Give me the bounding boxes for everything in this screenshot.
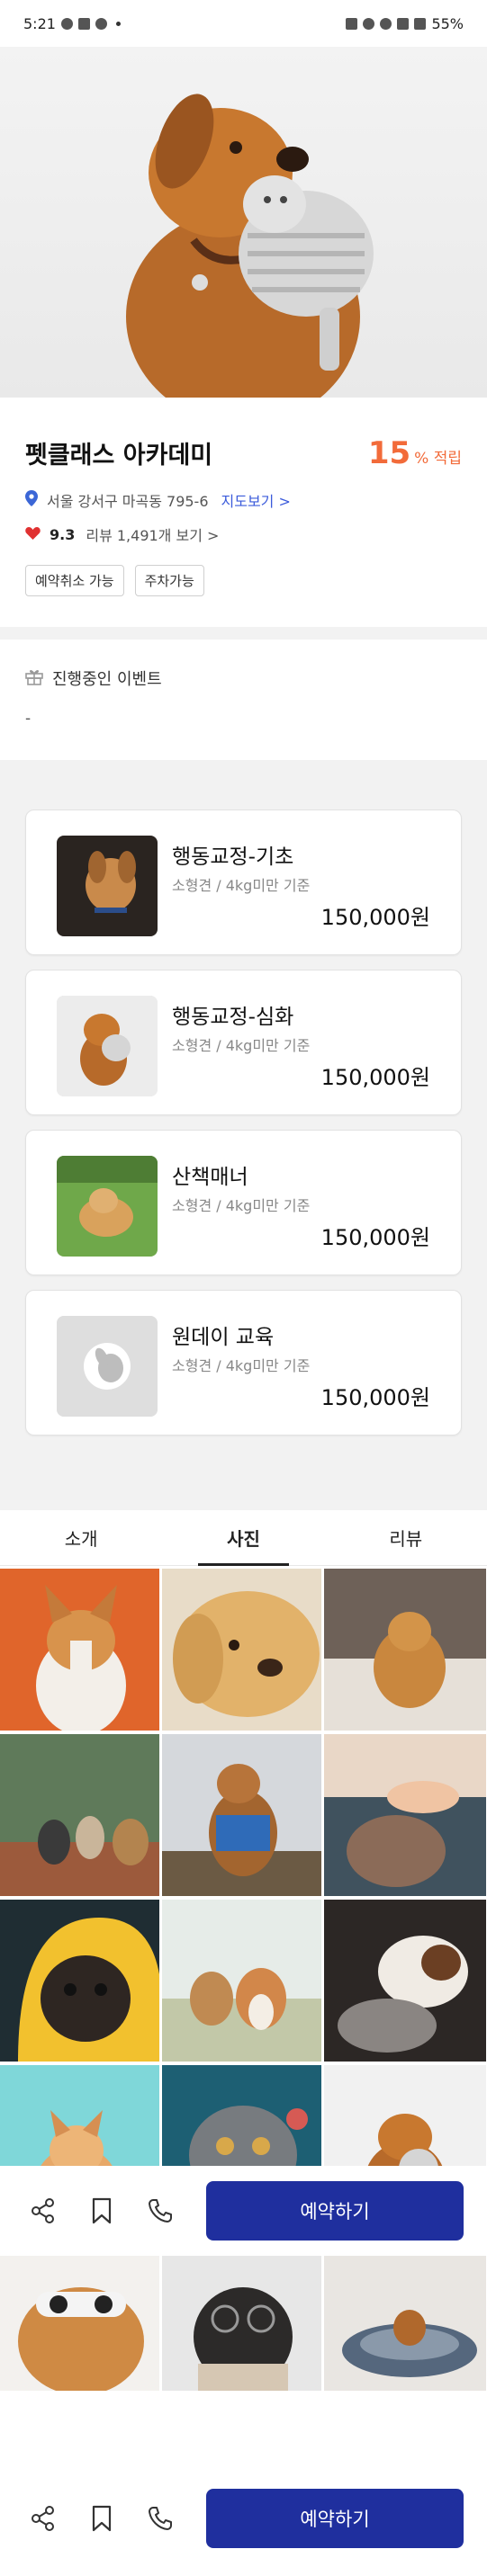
tag-cancel-available: 예약취소 가능: [25, 565, 124, 596]
phone-icon[interactable]: [140, 2191, 180, 2231]
course-thumbnail: [57, 1316, 158, 1417]
action-bar: 예약하기: [0, 2166, 487, 2256]
course-name: 행동교정-기초: [172, 845, 294, 869]
photo-thumbnail[interactable]: [0, 2256, 162, 2391]
phone-icon[interactable]: [140, 2499, 180, 2538]
heart-icon: [25, 526, 41, 543]
bottom-action-bar: 예약하기: [0, 2473, 487, 2563]
tab-intro[interactable]: 소개: [0, 1510, 162, 1565]
gift-icon: [25, 667, 43, 690]
status-bar: 5:21 55%: [0, 0, 487, 47]
photo-grid: [0, 1569, 487, 2227]
hero-image: [0, 47, 487, 398]
course-card[interactable]: 행동교정-심화 소형견 / 4kg미만 기준 150,000원: [25, 970, 462, 1115]
points-value: 15: [367, 435, 411, 471]
events-value: -: [25, 710, 32, 728]
course-price: 150,000원: [320, 1225, 430, 1250]
photo-thumbnail[interactable]: [324, 1734, 487, 1896]
battery-level: 55%: [431, 14, 464, 32]
silent-icon: [363, 17, 375, 30]
map-link[interactable]: 지도보기 >: [221, 489, 291, 511]
course-thumbnail: [57, 836, 158, 936]
course-price: 150,000원: [320, 905, 430, 930]
points-label: % 적립: [414, 450, 462, 468]
app-icon: [77, 17, 90, 30]
signal-icon: [414, 17, 427, 30]
section-divider: [0, 627, 487, 640]
dog-placeholder-icon: [57, 1316, 158, 1417]
photo-thumbnail[interactable]: [162, 2256, 324, 2391]
photo-thumbnail[interactable]: [162, 1734, 324, 1896]
photo-thumbnail[interactable]: [0, 1734, 162, 1896]
course-name: 원데이 교육: [172, 1326, 275, 1349]
reserve-button[interactable]: 예약하기: [206, 2489, 464, 2548]
reserve-button[interactable]: 예약하기: [206, 2181, 464, 2241]
tab-photos[interactable]: 사진: [162, 1510, 324, 1566]
rating-score: 9.3: [50, 525, 76, 543]
section-tabs: 소개 사진 리뷰: [0, 1510, 487, 1566]
share-icon[interactable]: [23, 2499, 63, 2538]
share-icon[interactable]: [23, 2191, 63, 2231]
location-pin-icon: [25, 490, 38, 510]
course-card[interactable]: 행동교정-기초 소형견 / 4kg미만 기준 150,000원: [25, 809, 462, 955]
tab-reviews[interactable]: 리뷰: [325, 1510, 487, 1565]
course-list: 행동교정-기초 소형견 / 4kg미만 기준 150,000원 행동교정-심화 …: [0, 760, 487, 1510]
course-size: 소형견 / 4kg미만 기준: [172, 1357, 311, 1374]
course-card[interactable]: 산책매너 소형견 / 4kg미만 기준 150,000원: [25, 1130, 462, 1275]
photo-thumbnail[interactable]: [0, 1569, 162, 1731]
more-notifications-icon: [115, 21, 121, 26]
events-section: 진행중인 이벤트 -: [0, 640, 487, 760]
photo-thumbnail[interactable]: [162, 1900, 324, 2062]
tag-parking-available: 주차가능: [134, 565, 204, 596]
course-size: 소형견 / 4kg미만 기준: [172, 1197, 311, 1214]
app-icon: [95, 17, 107, 30]
photo-thumbnail[interactable]: [324, 1900, 487, 2062]
alarm-icon: [346, 17, 358, 30]
course-thumbnail: [57, 996, 158, 1096]
wifi-icon: [380, 17, 392, 30]
bookmark-icon[interactable]: [82, 2499, 122, 2538]
course-name: 산책매너: [172, 1166, 248, 1189]
notification-icon: [60, 17, 73, 30]
academy-info: 펫클래스 아카데미 15 % 적립 서울 강서구 마곡동 795-6 지도보기 …: [0, 398, 487, 627]
course-card[interactable]: 원데이 교육 소형견 / 4kg미만 기준 150,000원: [25, 1290, 462, 1436]
photo-thumbnail[interactable]: [0, 1900, 162, 2062]
hd-icon: [397, 17, 410, 30]
course-price: 150,000원: [320, 1385, 430, 1410]
photo-thumbnail[interactable]: [324, 1569, 487, 1731]
photo-thumbnail[interactable]: [324, 2256, 487, 2391]
reviews-link[interactable]: 리뷰 1,491개 보기 >: [86, 523, 219, 545]
photo-thumbnail[interactable]: [162, 1569, 324, 1731]
events-title: 진행중인 이벤트: [52, 670, 162, 689]
photo-grid-row: [0, 2256, 487, 2391]
course-thumbnail: [57, 1156, 158, 1257]
points-badge: 15 % 적립: [368, 435, 462, 471]
dog-with-toy-photo: [126, 94, 374, 398]
course-size: 소형견 / 4kg미만 기준: [172, 877, 311, 894]
status-time: 5:21: [23, 14, 56, 32]
address-text: 서울 강서구 마곡동 795-6: [47, 493, 209, 510]
course-price: 150,000원: [320, 1065, 430, 1090]
academy-name: 펫클래스 아카데미: [25, 442, 213, 470]
course-name: 행동교정-심화: [172, 1006, 294, 1029]
course-size: 소형견 / 4kg미만 기준: [172, 1037, 311, 1054]
bookmark-icon[interactable]: [82, 2191, 122, 2231]
